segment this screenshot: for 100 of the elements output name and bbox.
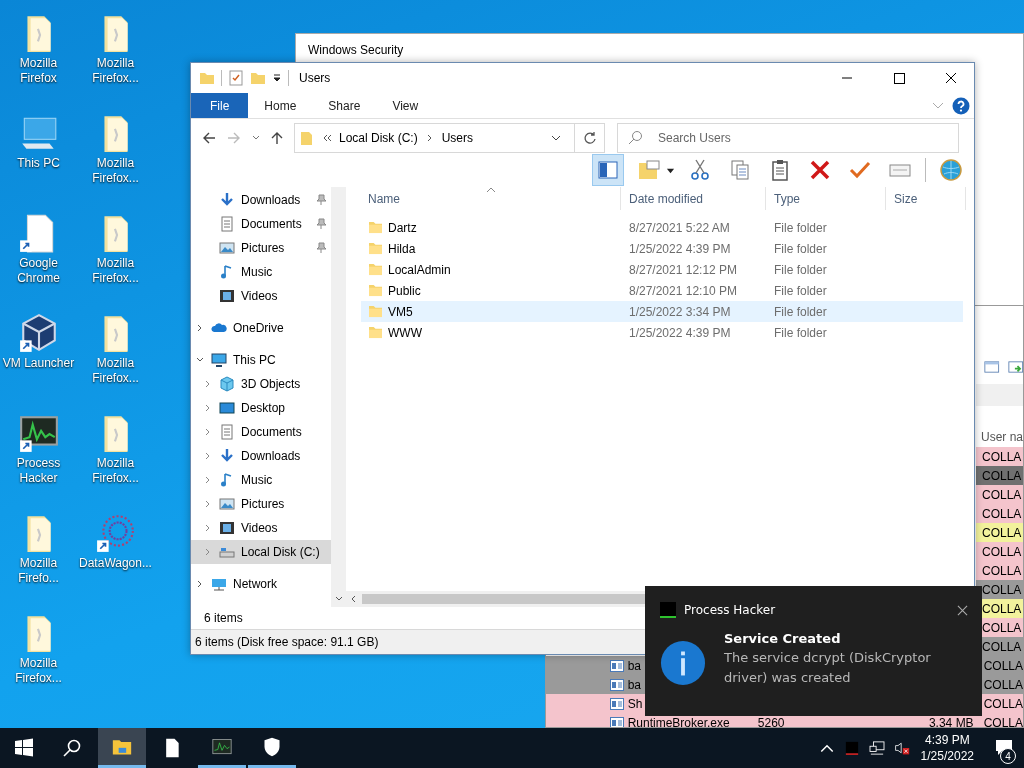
window-icon[interactable] xyxy=(984,359,1000,375)
column-header[interactable]: User na xyxy=(981,429,1023,444)
desktop-icon xyxy=(219,400,235,416)
nav-item[interactable]: Downloads xyxy=(191,188,331,212)
address-bar[interactable]: Local Disk (C:) Users xyxy=(294,123,605,153)
process-row[interactable]: COLLA xyxy=(976,485,1023,504)
dropdown-icon[interactable] xyxy=(550,133,562,143)
pin-icon[interactable] xyxy=(315,218,327,230)
folder-icon xyxy=(368,263,383,276)
file-row[interactable]: VM5 1/25/2022 3:34 PM File folder xyxy=(361,301,963,322)
process-name: Sh xyxy=(627,696,643,711)
volume-icon[interactable] xyxy=(893,741,910,755)
shield-icon xyxy=(262,736,282,757)
tree-item[interactable]: Videos xyxy=(191,516,331,540)
process-row[interactable]: COLLA xyxy=(976,580,1023,599)
user-name: COLLA xyxy=(982,506,1022,521)
desktop-icon-label: Mozilla Firefox... xyxy=(91,56,140,86)
file-row[interactable]: Public 8/27/2021 12:10 PM File folder xyxy=(361,280,963,301)
help-icon[interactable] xyxy=(952,96,970,115)
ribbon-tab[interactable]: Home xyxy=(248,93,313,118)
ribbon-tab[interactable]: View xyxy=(376,93,435,118)
folder-icon xyxy=(368,326,383,339)
double-chevron-icon[interactable] xyxy=(321,133,333,143)
ribbon-tab[interactable]: File xyxy=(191,93,249,118)
windows-start-icon[interactable] xyxy=(14,738,34,758)
tree-item[interactable]: Local Disk (C:) xyxy=(191,540,331,564)
breadcrumb[interactable]: Users xyxy=(441,131,474,145)
process-row[interactable]: COLLA xyxy=(976,542,1023,561)
up-icon[interactable] xyxy=(269,130,285,146)
network-icon xyxy=(211,576,227,592)
nav-item[interactable]: Documents xyxy=(191,212,331,236)
desktop-icon-label: VM Launcher xyxy=(1,356,76,371)
network-icon[interactable] xyxy=(868,741,885,755)
process-row[interactable]: COLLA xyxy=(976,523,1023,542)
app-icon[interactable] xyxy=(843,741,860,755)
back-icon[interactable] xyxy=(201,130,217,146)
scroll-down-icon[interactable] xyxy=(333,595,344,603)
nav-item[interactable]: Music xyxy=(191,260,331,284)
process-row[interactable]: COLLA xyxy=(976,561,1023,580)
file-name: LocalAdmin xyxy=(388,262,451,277)
file-type: File folder xyxy=(773,283,828,298)
process-row[interactable]: COLLA xyxy=(976,504,1023,523)
item-count: 6 items xyxy=(204,611,243,625)
clock-date[interactable]: 1/25/2022 xyxy=(920,748,974,764)
folder-icon xyxy=(299,130,315,146)
process-row[interactable]: COLLA xyxy=(976,466,1023,485)
user-name: COLLA xyxy=(982,563,1022,578)
forward-icon[interactable] xyxy=(226,130,242,146)
tree-item[interactable]: Documents xyxy=(191,420,331,444)
close-icon[interactable] xyxy=(957,604,968,616)
window-icon xyxy=(609,678,624,691)
file-type: File folder xyxy=(773,262,828,277)
user-name: COLLA xyxy=(983,658,1023,673)
file-row[interactable]: LocalAdmin 8/27/2021 12:12 PM File folder xyxy=(361,259,963,280)
tree-item[interactable]: Downloads xyxy=(191,444,331,468)
dropdown-icon[interactable] xyxy=(272,73,282,83)
nav-item[interactable]: Videos xyxy=(191,284,331,308)
download-icon xyxy=(219,192,235,208)
window-title: Users xyxy=(299,71,331,85)
picture-icon xyxy=(219,240,235,256)
desktop-icon-label: Google Chrome xyxy=(16,256,61,286)
search-icon[interactable] xyxy=(62,738,82,758)
tree-item[interactable]: Music xyxy=(191,468,331,492)
pin-icon[interactable] xyxy=(315,242,327,254)
search-field[interactable]: Search Users xyxy=(617,123,959,153)
tree-item[interactable]: OneDrive xyxy=(191,316,331,340)
breadcrumb[interactable]: Local Disk (C:) xyxy=(339,131,418,145)
file-row[interactable]: Hilda 1/25/2022 4:39 PM File folder xyxy=(361,238,963,259)
taskbar-app[interactable] xyxy=(98,728,146,768)
ribbon-tab[interactable]: Share xyxy=(312,93,377,118)
user-name: COLLA xyxy=(983,715,1023,727)
process-row[interactable]: COLLA xyxy=(976,447,1023,466)
window-icon xyxy=(609,697,624,710)
preview-pane-icon[interactable] xyxy=(592,154,624,186)
file-row[interactable]: WWW 1/25/2022 4:39 PM File folder xyxy=(361,322,963,343)
checklist-icon[interactable] xyxy=(228,70,244,86)
clock-time[interactable]: 4:39 PM xyxy=(924,732,970,748)
process-id: 5260 xyxy=(757,715,785,727)
column-header[interactable]: Type xyxy=(766,187,886,210)
user-name: COLLA xyxy=(982,582,1022,597)
desktop-icon-label: Mozilla Firefox... xyxy=(91,456,140,486)
tree-item[interactable]: Desktop xyxy=(191,396,331,420)
notification-message: The service dcrypt (DiskCryptor driver) was created xyxy=(724,649,932,687)
pin-icon[interactable] xyxy=(315,194,327,206)
tree-item[interactable]: Network xyxy=(191,572,331,596)
tree-item[interactable]: 3D Objects xyxy=(191,372,331,396)
column-header[interactable]: Date modified xyxy=(621,187,766,210)
column-header[interactable]: Size xyxy=(886,187,966,210)
download-icon xyxy=(219,448,235,464)
tree-item[interactable]: Pictures xyxy=(191,492,331,516)
tree-item[interactable]: This PC xyxy=(191,348,331,372)
file-row[interactable]: Dartz 8/27/2021 5:22 AM File folder xyxy=(361,217,963,238)
nav-item[interactable]: Pictures xyxy=(191,236,331,260)
desktop-icon-label: Mozilla Firefox... xyxy=(14,656,63,686)
file-name: Hilda xyxy=(388,241,416,256)
column-header[interactable]: Name xyxy=(346,187,621,210)
star-burst-icon[interactable] xyxy=(94,512,137,554)
document-icon xyxy=(219,424,235,440)
scroll-left-icon[interactable] xyxy=(350,594,358,604)
sort-caret-icon[interactable] xyxy=(486,187,496,193)
